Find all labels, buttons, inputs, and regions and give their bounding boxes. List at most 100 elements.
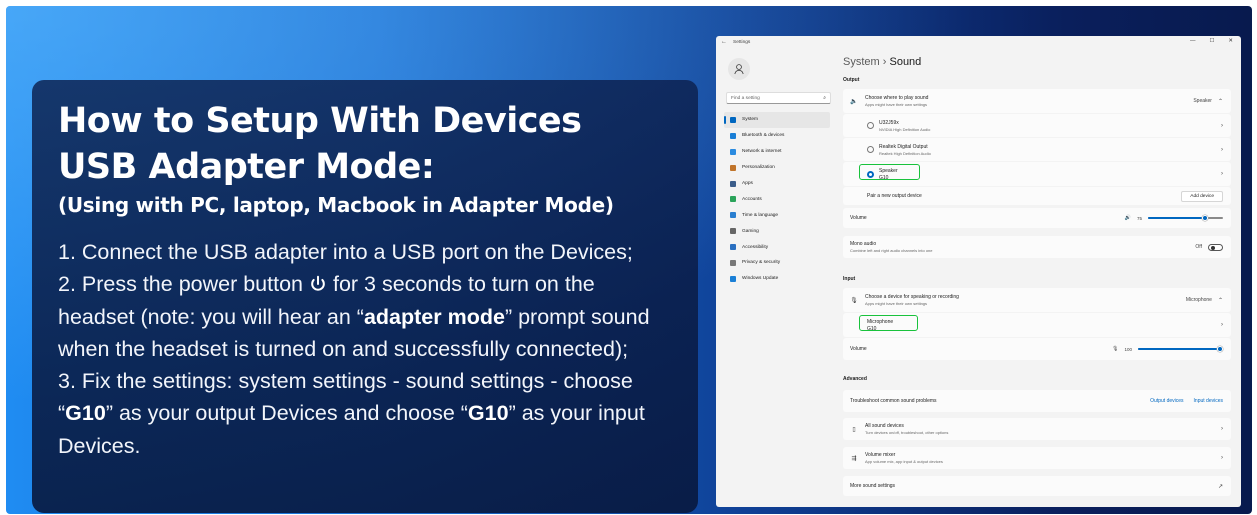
- mono-toggle[interactable]: [1208, 243, 1223, 251]
- sidebar-item-gaming[interactable]: Gaming: [724, 223, 830, 239]
- search-icon: ⌕: [823, 95, 826, 101]
- device-sub: NVIDIA High Definition Audio: [879, 126, 931, 132]
- sidebar-item-label: Privacy & security: [742, 260, 781, 266]
- sidebar-nav: System Bluetooth & devices Network & inter…: [724, 112, 830, 287]
- sidebar-item-system[interactable]: System: [724, 112, 830, 128]
- sidebar-item-network-internet[interactable]: Network & internet: [724, 144, 830, 160]
- main-pane: System › Sound Output 🔈 Choose where to …: [843, 50, 1231, 507]
- nav-icon: [730, 275, 736, 282]
- user-icon: [734, 64, 744, 75]
- mono-state: Off: [1195, 244, 1202, 250]
- pair-output-row: Pair a new output device Add device: [843, 187, 1231, 205]
- output-volume-slider[interactable]: [1148, 214, 1223, 221]
- sidebar-item-label: System: [742, 117, 758, 123]
- chevron-right-icon: ›: [1221, 122, 1223, 129]
- steps-text: 1. Connect the USB adapter into a USB po…: [58, 236, 673, 462]
- more-sound-settings-row[interactable]: More sound settings ↗: [843, 476, 1231, 496]
- close-icon[interactable]: ✕: [1228, 38, 1233, 44]
- sidebar-item-apps[interactable]: Apps: [724, 176, 830, 192]
- output-device-u32j59x[interactable]: U32J59x NVIDIA High Definition Audio ›: [843, 114, 1231, 137]
- sidebar-item-bluetooth-devices[interactable]: Bluetooth & devices: [724, 128, 830, 144]
- output-device-realtek[interactable]: Realtek Digital Output Realtek High Defin…: [843, 138, 1231, 161]
- troubleshoot-row: Troubleshoot common sound problems Outpu…: [843, 390, 1231, 412]
- sidebar-item-accounts[interactable]: Accounts: [724, 191, 830, 207]
- nav-icon: [730, 228, 736, 235]
- sidebar: Find a setting ⌕ System Bluetooth & devic…: [720, 50, 842, 507]
- back-arrow-icon[interactable]: ←: [721, 39, 727, 45]
- sidebar-item-label: Time & language: [742, 212, 779, 218]
- output-volume-value: 75: [1136, 215, 1142, 221]
- sidebar-item-label: Windows Update: [742, 276, 779, 282]
- radio-u32j59x[interactable]: [867, 122, 874, 129]
- sidebar-item-label: Personalization: [742, 165, 775, 171]
- pair-label: Pair a new output device: [867, 193, 922, 199]
- search-input[interactable]: Find a setting ⌕: [726, 92, 831, 104]
- troubleshoot-label: Troubleshoot common sound problems: [850, 398, 937, 404]
- mixer-title: Volume mixer: [865, 452, 896, 458]
- nav-icon: [730, 180, 736, 187]
- nav-icon: [730, 116, 736, 123]
- sidebar-item-privacy-security[interactable]: Privacy & security: [724, 255, 830, 271]
- choose-output-value: Speaker: [1193, 98, 1212, 104]
- sidebar-item-windows-update[interactable]: Windows Update: [724, 271, 830, 287]
- sidebar-item-time-language[interactable]: Time & language: [724, 207, 830, 223]
- input-volume-value: 100: [1124, 346, 1132, 352]
- sidebar-item-label: Accounts: [742, 196, 762, 202]
- input-heading: Input: [843, 276, 856, 282]
- microphone-highlight: [859, 315, 918, 331]
- minimize-icon[interactable]: —: [1190, 38, 1196, 44]
- volume-mixer-row[interactable]: ⇶ Volume mixer App volume mix, app input …: [843, 447, 1231, 469]
- devices-icon: ▯: [852, 426, 856, 433]
- all-sub: Turn devices on/off, troubleshoot, other…: [865, 430, 949, 435]
- mono-title: Mono audio: [850, 241, 877, 247]
- g10-input-text: G10: [467, 401, 509, 426]
- nav-icon: [730, 212, 736, 219]
- breadcrumb-separator: ›: [882, 56, 887, 68]
- breadcrumb-system[interactable]: System: [843, 56, 880, 68]
- choose-output-title: Choose where to play sound: [865, 95, 929, 101]
- choose-output-sub: Apps might have their own settings: [865, 102, 928, 107]
- power-icon: [311, 276, 325, 292]
- radio-realtek[interactable]: [867, 146, 874, 153]
- sidebar-item-personalization[interactable]: Personalization: [724, 160, 830, 176]
- step-1: 1. Connect the USB adapter into a USB po…: [58, 240, 633, 264]
- volume-mic-icon[interactable]: 🎙: [1112, 346, 1118, 352]
- instruction-card: How to Setup With Devices USB Adapter Mo…: [32, 80, 698, 513]
- chevron-right-icon: ›: [1221, 146, 1223, 153]
- chevron-up-icon: ⌃: [1217, 98, 1223, 105]
- output-volume-row: Volume 🔊 75: [843, 208, 1231, 228]
- title-line-1: How to Setup With Devices: [58, 101, 582, 141]
- input-devices-link[interactable]: Input devices: [1194, 398, 1223, 404]
- sidebar-item-label: Accessibility: [742, 244, 769, 250]
- output-devices-link[interactable]: Output devices: [1150, 398, 1183, 404]
- input-volume-row: Volume 🎙 100: [843, 338, 1231, 360]
- input-volume-slider[interactable]: [1138, 345, 1224, 352]
- input-volume-label: Volume: [850, 346, 867, 352]
- nav-icon: [730, 196, 736, 203]
- window-title: Settings: [733, 39, 751, 45]
- chevron-right-icon: ›: [1221, 426, 1223, 432]
- choose-input-row[interactable]: 🎙 Choose a device for speaking or record…: [843, 288, 1231, 312]
- avatar[interactable]: [728, 58, 750, 80]
- advanced-heading: Advanced: [843, 376, 867, 382]
- sidebar-item-label: Bluetooth & devices: [742, 133, 785, 139]
- volume-speaker-icon[interactable]: 🔊: [1125, 215, 1131, 221]
- choose-input-sub: Apps might have their own settings: [865, 301, 928, 306]
- add-device-button[interactable]: Add device: [1181, 190, 1223, 202]
- all-sound-devices-row[interactable]: ▯ All sound devices Turn devices on/off, …: [843, 418, 1231, 440]
- chevron-up-icon: ⌃: [1217, 297, 1223, 304]
- title-line-2: USB Adapter Mode:: [58, 147, 435, 187]
- sidebar-item-label: Apps: [742, 181, 753, 186]
- device-name: U32J59x: [879, 119, 899, 126]
- device-sub: Realtek High Definition Audio: [879, 150, 931, 156]
- chevron-right-icon: ›: [1221, 171, 1223, 177]
- mixer-icon: ⇶: [851, 455, 857, 462]
- maximize-icon[interactable]: ☐: [1209, 38, 1214, 44]
- sidebar-item-label: Network & internet: [742, 149, 782, 155]
- title-bar: ← Settings — ☐ ✕: [716, 36, 1241, 48]
- settings-window: ← Settings — ☐ ✕ Find a setting ⌕ System…: [716, 36, 1241, 507]
- choose-output-row[interactable]: 🔈 Choose where to play sound Apps might h…: [843, 89, 1231, 113]
- nav-icon: [730, 132, 736, 139]
- sidebar-item-accessibility[interactable]: Accessibility: [724, 239, 830, 255]
- chevron-right-icon: ›: [1221, 322, 1223, 328]
